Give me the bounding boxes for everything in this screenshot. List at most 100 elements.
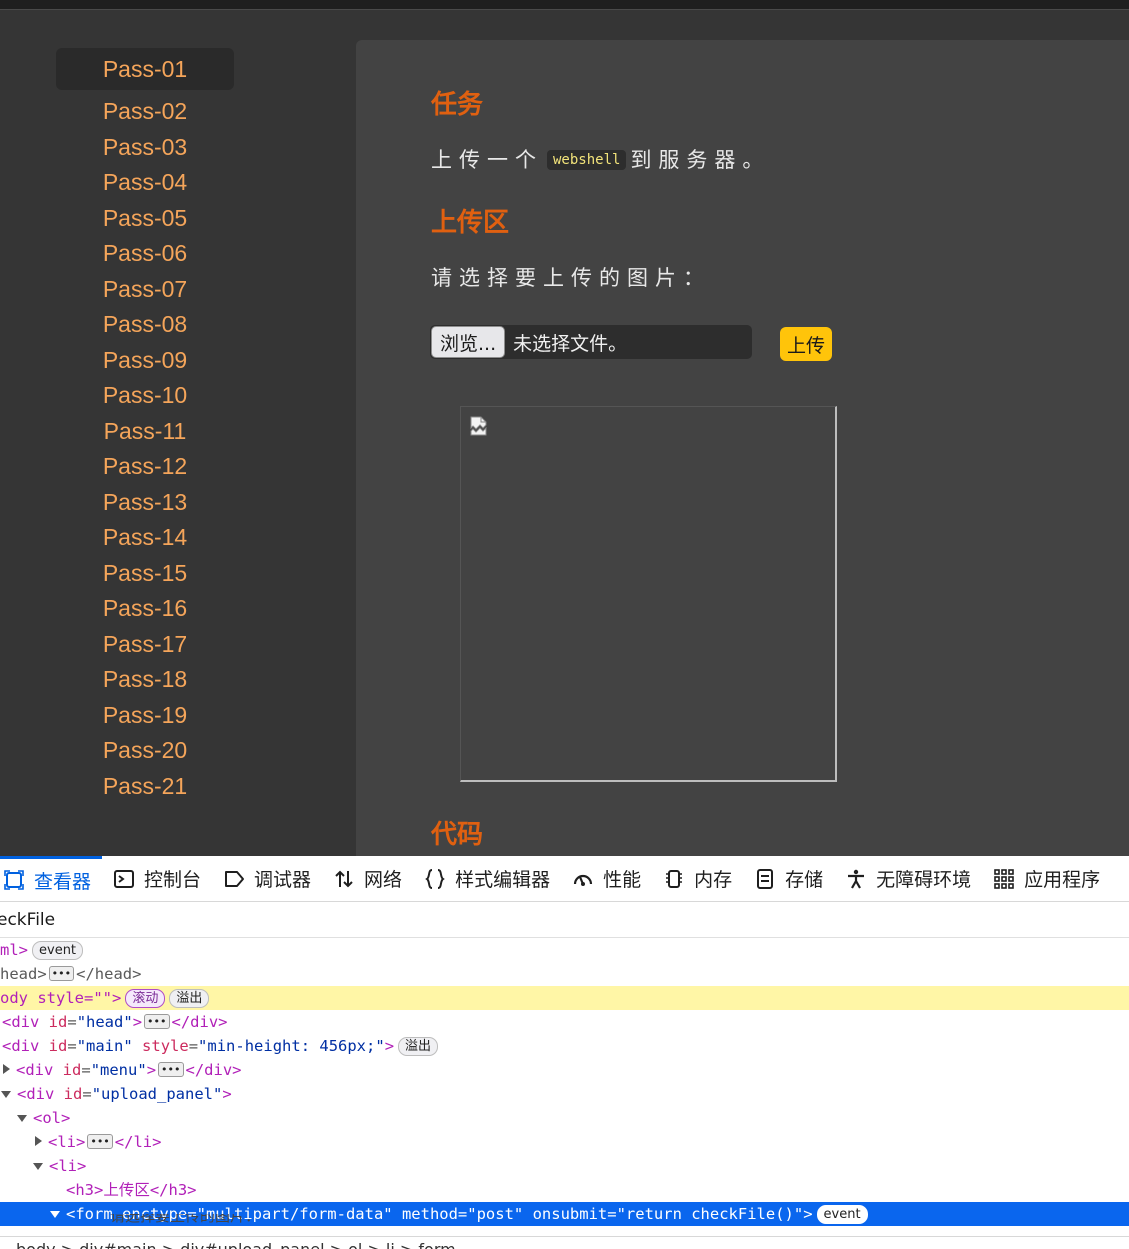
tree-row-ol[interactable]: <ol>: [0, 1106, 1129, 1130]
overflow-badge[interactable]: 溢出: [398, 1037, 439, 1056]
performance-icon: [573, 874, 593, 886]
scroll-badge[interactable]: 滚动: [125, 989, 166, 1008]
web-page: Pass-01 Pass-02 Pass-03 Pass-04 Pass-05 Pass-…: [0, 0, 1129, 856]
devtools-tab-console[interactable]: 控制台: [102, 856, 212, 902]
menu-item-pass-09[interactable]: Pass-09: [56, 339, 234, 375]
devtools-tab-label: 内存: [694, 869, 733, 891]
devtools-tab-label: 调试器: [254, 869, 312, 891]
task-text-after: 到服务器。: [630, 148, 771, 172]
menu-item-pass-14[interactable]: Pass-14: [56, 516, 234, 552]
devtools-panel: 查看器 控制台 调试器 网络 样式编辑器 性能 内存 存储 无障碍环境 应用程序 ml>event…: [0, 855, 1129, 1249]
expand-arrow-icon[interactable]: [3, 1064, 10, 1074]
collapsed-dots-icon[interactable]: •••: [87, 1134, 113, 1149]
task-heading: 任务: [431, 90, 484, 120]
menu-item-pass-19[interactable]: Pass-19: [56, 694, 234, 730]
accessibility-icon: [848, 869, 865, 889]
devtools-tab-accessibility[interactable]: 无障碍环境: [834, 856, 982, 902]
collapse-arrow-icon[interactable]: [17, 1115, 27, 1122]
menu-item-pass-21[interactable]: Pass-21: [56, 765, 234, 801]
menu-item-pass-12[interactable]: Pass-12: [56, 445, 234, 481]
console-icon: [114, 869, 135, 888]
overflow-badge[interactable]: 溢出: [169, 989, 210, 1008]
tree-row-div-main[interactable]: <div id="main" style="min-height: 456px;…: [0, 1034, 1129, 1058]
devtools-tab-debugger[interactable]: 调试器: [212, 856, 322, 902]
devtools-tab-network[interactable]: 网络: [322, 856, 413, 902]
markup-tree: ml> event head> ••• </head> ody style=""> 滚动…: [0, 938, 1129, 1226]
menu-item-pass-10[interactable]: Pass-10: [56, 374, 234, 410]
menu-item-pass-08[interactable]: Pass-08: [56, 303, 234, 339]
code-heading: 代码: [431, 820, 484, 850]
memory-icon: [666, 869, 683, 888]
devtools-tab-label: 无障碍环境: [876, 869, 972, 891]
style-editor-icon: [425, 868, 445, 889]
upload-panel: 任务 上传一个 webshell 到服务器。 上传区 请选择要上传的图片： 浏览..…: [356, 40, 1129, 856]
collapsed-dots-icon[interactable]: •••: [158, 1062, 184, 1077]
markup-search-input[interactable]: [0, 909, 597, 930]
devtools-tab-label: 样式编辑器: [455, 869, 551, 891]
menu-item-pass-02[interactable]: Pass-02: [56, 90, 234, 126]
menu-item-pass-17[interactable]: Pass-17: [56, 623, 234, 659]
image-preview-box: [460, 406, 837, 782]
collapsed-dots-icon[interactable]: •••: [48, 966, 75, 981]
devtools-tab-label: 控制台: [144, 869, 202, 891]
devtools-tab-application[interactable]: 应用程序: [982, 856, 1111, 902]
browse-button[interactable]: 浏览...: [431, 326, 506, 358]
browser-top-edge: [0, 0, 1129, 10]
devtools-tab-bar: 查看器 控制台 调试器 网络 样式编辑器 性能 内存 存储 无障碍环境 应用程序: [0, 855, 1129, 902]
menu-item-pass-07[interactable]: Pass-07: [56, 268, 234, 304]
tree-row-h3[interactable]: <h3>上传区</h3>: [0, 1178, 1129, 1202]
task-description: 上传一个 webshell 到服务器。: [431, 144, 770, 174]
expand-arrow-icon[interactable]: [35, 1136, 42, 1146]
debugger-icon: [225, 870, 245, 887]
tree-row-div-upload-panel[interactable]: <div id="upload_panel">: [0, 1082, 1129, 1106]
file-input[interactable]: 浏览... 未选择文件。: [430, 325, 752, 359]
menu-item-pass-03[interactable]: Pass-03: [56, 126, 234, 162]
menu-item-pass-05[interactable]: Pass-05: [56, 197, 234, 233]
task-code-webshell: webshell: [547, 150, 627, 170]
devtools-tab-memory[interactable]: 内存: [652, 856, 743, 902]
tree-row-div-head[interactable]: <div id="head"> ••• </div>: [0, 1010, 1129, 1034]
pass-menu: Pass-01 Pass-02 Pass-03 Pass-04 Pass-05 Pass-…: [56, 48, 234, 800]
upload-heading: 上传区: [431, 208, 510, 238]
devtools-tab-label: 查看器: [34, 870, 92, 893]
broken-image-icon: [470, 416, 487, 436]
tree-row-partial: 请选择要上传的图片：: [110, 1214, 261, 1225]
devtools-tab-label: 性能: [603, 869, 642, 891]
upload-button[interactable]: 上传: [780, 327, 832, 361]
collapse-arrow-icon[interactable]: [33, 1163, 43, 1170]
network-icon: [335, 870, 353, 887]
tree-row-li-collapsed[interactable]: <li> ••• </li>: [0, 1130, 1129, 1154]
upload-prompt: 请选择要上传的图片：: [431, 266, 711, 290]
event-badge[interactable]: event: [32, 941, 84, 960]
menu-item-pass-04[interactable]: Pass-04: [56, 161, 234, 197]
menu-item-pass-15[interactable]: Pass-15: [56, 552, 234, 588]
storage-icon: [757, 868, 774, 889]
inspector-icon: [4, 870, 24, 890]
devtools-breadcrumb[interactable]: body > div#main > div#upload_panel > ol …: [0, 1236, 1129, 1249]
menu-item-pass-01[interactable]: Pass-01: [56, 48, 234, 90]
menu-item-pass-18[interactable]: Pass-18: [56, 658, 234, 694]
menu-item-pass-13[interactable]: Pass-13: [56, 481, 234, 517]
tree-row-head[interactable]: head> ••• </head>: [0, 962, 1129, 986]
collapse-arrow-icon[interactable]: [1, 1091, 11, 1098]
application-icon: [994, 868, 1014, 889]
file-status-text: 未选择文件。: [513, 332, 628, 355]
devtools-tab-inspector[interactable]: 查看器: [0, 855, 103, 902]
devtools-tab-style-editor[interactable]: 样式编辑器: [413, 856, 561, 902]
collapsed-dots-icon[interactable]: •••: [144, 1014, 170, 1029]
devtools-tab-label: 网络: [364, 869, 403, 891]
markup-search-row: [0, 902, 1129, 938]
tree-row-html[interactable]: ml> event: [0, 938, 1129, 962]
tree-row-body[interactable]: ody style=""> 滚动 溢出: [0, 986, 1129, 1010]
menu-item-pass-20[interactable]: Pass-20: [56, 729, 234, 765]
devtools-tab-storage[interactable]: 存储: [743, 856, 834, 902]
menu-item-pass-11[interactable]: Pass-11: [56, 410, 234, 446]
devtools-tab-label: 应用程序: [1024, 869, 1101, 891]
menu-item-pass-06[interactable]: Pass-06: [56, 232, 234, 268]
tree-row-li-open[interactable]: <li>: [0, 1154, 1129, 1178]
devtools-tab-label: 存储: [785, 869, 824, 891]
menu-item-pass-16[interactable]: Pass-16: [56, 587, 234, 623]
devtools-tab-performance[interactable]: 性能: [561, 856, 652, 902]
task-text-before: 上传一个: [431, 148, 543, 172]
tree-row-div-menu[interactable]: <div id="menu"> ••• </div>: [0, 1058, 1129, 1082]
